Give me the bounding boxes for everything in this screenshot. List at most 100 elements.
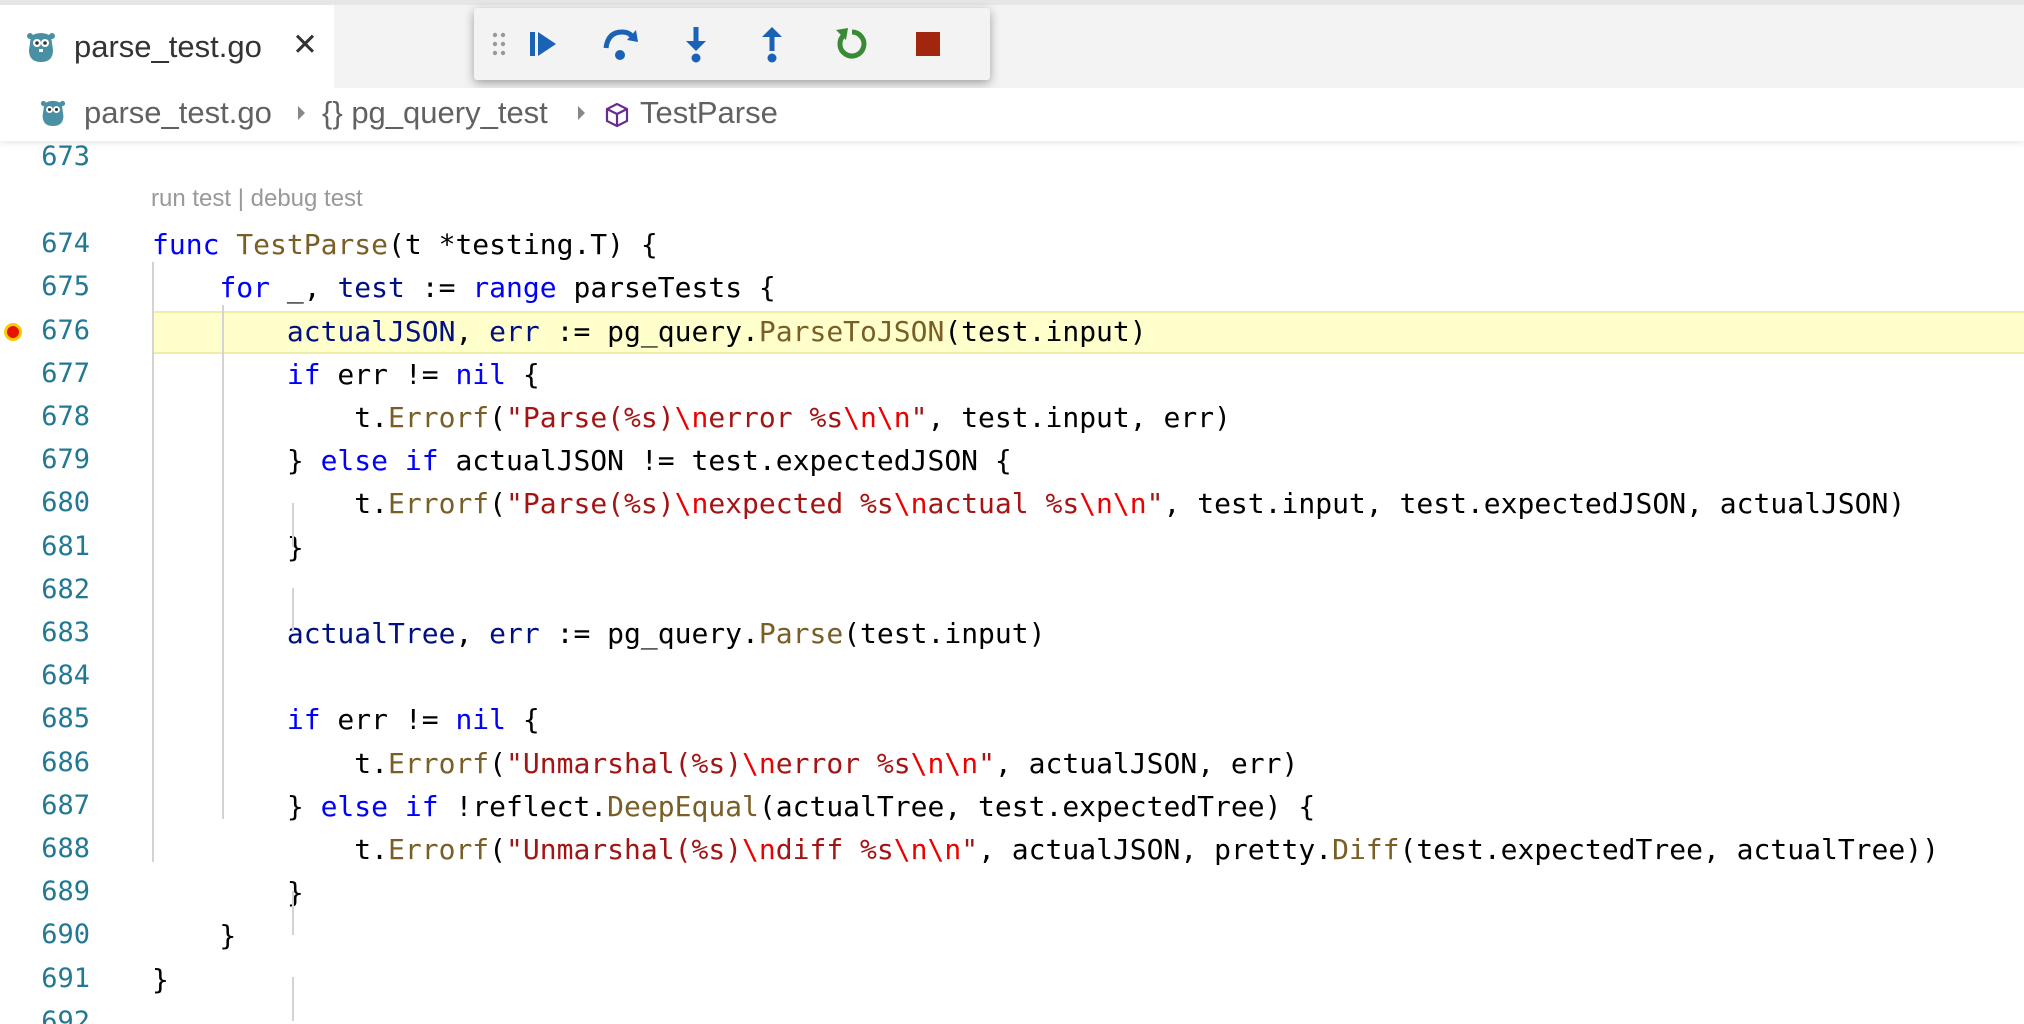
line-number: 691 xyxy=(41,962,90,994)
step-into-button[interactable] xyxy=(672,20,720,68)
continue-button[interactable] xyxy=(520,20,568,68)
code-token: if xyxy=(404,789,439,823)
code-token: for xyxy=(219,271,271,305)
code-line[interactable]: } xyxy=(152,876,304,909)
code-line[interactable]: actualJSON, err := pg_query.ParseToJSON(… xyxy=(152,315,1147,348)
code-token: (actualTree, test.expectedTree) { xyxy=(758,789,1316,823)
code-line[interactable]: } else if actualJSON != test.expectedJSO… xyxy=(152,444,1012,477)
go-gopher-icon xyxy=(40,100,66,126)
code-token: err != xyxy=(320,703,456,737)
code-token: "Unmarshal(%s) xyxy=(506,833,743,866)
code-token: ( xyxy=(489,833,507,866)
line-number: 679 xyxy=(41,444,90,476)
tab-parse-test-go[interactable]: parse_test.go ✕ xyxy=(0,5,334,88)
line-number: 689 xyxy=(41,876,90,908)
code-token: TestParse xyxy=(236,228,389,262)
code-token: } xyxy=(152,444,321,478)
code-token: ( xyxy=(489,487,507,521)
code-line[interactable]: if err != nil { xyxy=(152,358,540,391)
code-token: err != xyxy=(320,357,456,391)
code-token: } xyxy=(152,919,237,953)
code-token: := xyxy=(404,271,473,305)
restart-button[interactable] xyxy=(828,20,876,68)
line-number: 678 xyxy=(41,401,90,432)
code-token: } xyxy=(152,530,304,564)
code-token: ( xyxy=(489,401,507,434)
code-token: t. xyxy=(152,833,389,866)
indent-guide xyxy=(292,588,294,632)
code-line[interactable]: t.Errorf("Unmarshal(%s)\ndiff %s\n\n", a… xyxy=(152,833,1939,866)
code-line[interactable]: func TestParse(t *testing.T) { xyxy=(152,228,658,261)
code-line[interactable]: } else if !reflect.DeepEqual(actualTree,… xyxy=(152,790,1315,823)
stop-button[interactable] xyxy=(904,20,952,68)
code-token: if xyxy=(404,444,439,478)
code-token: else xyxy=(320,789,389,823)
code-line[interactable]: t.Errorf("Unmarshal(%s)\nerror %s\n\n", … xyxy=(152,747,1298,780)
code-token: , test.input, test.expectedJSON, actualJ… xyxy=(1163,487,1906,521)
codelens-separator: | xyxy=(231,185,251,212)
code-line[interactable]: } xyxy=(152,919,236,952)
line-number: 673 xyxy=(41,141,90,172)
chevron-right-icon xyxy=(578,106,585,120)
code-token: " xyxy=(910,401,928,434)
code-token: := pg_query. xyxy=(539,617,759,650)
step-out-icon xyxy=(762,27,782,63)
code-token: "Parse(%s) xyxy=(506,487,675,521)
code-token: \n\n xyxy=(910,746,979,780)
code-token: , test.input, err) xyxy=(927,401,1231,434)
drag-handle-icon[interactable] xyxy=(486,20,512,68)
line-number: 675 xyxy=(41,271,90,303)
code-line[interactable]: t.Errorf("Parse(%s)\nerror %s\n\n", test… xyxy=(152,401,1231,434)
code-line[interactable]: if err != nil { xyxy=(152,703,540,736)
code-token: error %s xyxy=(708,401,844,434)
code-token: \n\n xyxy=(1079,487,1147,521)
code-token: Errorf xyxy=(388,746,490,780)
code-token: diff %s xyxy=(775,833,894,866)
code-token: Errorf xyxy=(388,833,490,866)
code-token: \n xyxy=(742,746,776,780)
stop-icon xyxy=(916,32,940,56)
debug-test-link[interactable]: debug test xyxy=(251,185,363,212)
code-token: { xyxy=(506,357,540,391)
code-line[interactable]: t.Errorf("Parse(%s)\nexpected %s\nactual… xyxy=(152,487,1905,520)
code-token: actualJSON != test.expectedJSON { xyxy=(438,444,1012,478)
close-tab-icon[interactable]: ✕ xyxy=(290,27,320,63)
step-out-button[interactable] xyxy=(748,20,796,68)
chevron-right-icon xyxy=(298,106,305,120)
code-token: } xyxy=(152,789,321,823)
code-token: , actualJSON, err) xyxy=(994,746,1299,780)
indent-guide xyxy=(152,262,154,862)
code-token: \n xyxy=(674,401,709,434)
code-token: ParseToJSON xyxy=(758,314,945,348)
indent-guide xyxy=(292,503,294,547)
line-number: 682 xyxy=(41,573,90,605)
indent-guide xyxy=(292,891,294,935)
code-token: actual %s xyxy=(927,487,1080,521)
code-line[interactable]: actualTree, err := pg_query.Parse(test.i… xyxy=(152,617,1046,650)
line-number: 692 xyxy=(41,1005,90,1024)
code-editor[interactable]: run test | debug test 673 674 func TestPar… xyxy=(0,141,2024,1024)
line-number: 690 xyxy=(41,919,90,951)
breadcrumb-package[interactable]: {} pg_query_test xyxy=(322,95,548,131)
step-over-button[interactable] xyxy=(596,20,644,68)
run-test-link[interactable]: run test xyxy=(151,185,231,212)
code-token: (t *testing.T) { xyxy=(388,228,658,262)
line-number: 674 xyxy=(41,228,90,260)
breadcrumb-symbol[interactable]: TestParse xyxy=(640,95,778,131)
code-line[interactable]: } xyxy=(152,963,169,996)
code-token: " xyxy=(1146,487,1164,521)
code-token: if xyxy=(286,703,321,737)
breadcrumb-file[interactable]: parse_test.go xyxy=(84,95,272,131)
line-number: 683 xyxy=(41,617,90,648)
method-cube-icon xyxy=(605,102,629,128)
code-line[interactable]: for _, test := range parseTests { xyxy=(152,271,775,305)
code-token: t. xyxy=(152,401,389,434)
code-token: else xyxy=(320,444,389,478)
line-number: 684 xyxy=(41,660,90,692)
code-line[interactable]: } xyxy=(152,531,304,564)
code-token: Errorf xyxy=(388,487,490,521)
